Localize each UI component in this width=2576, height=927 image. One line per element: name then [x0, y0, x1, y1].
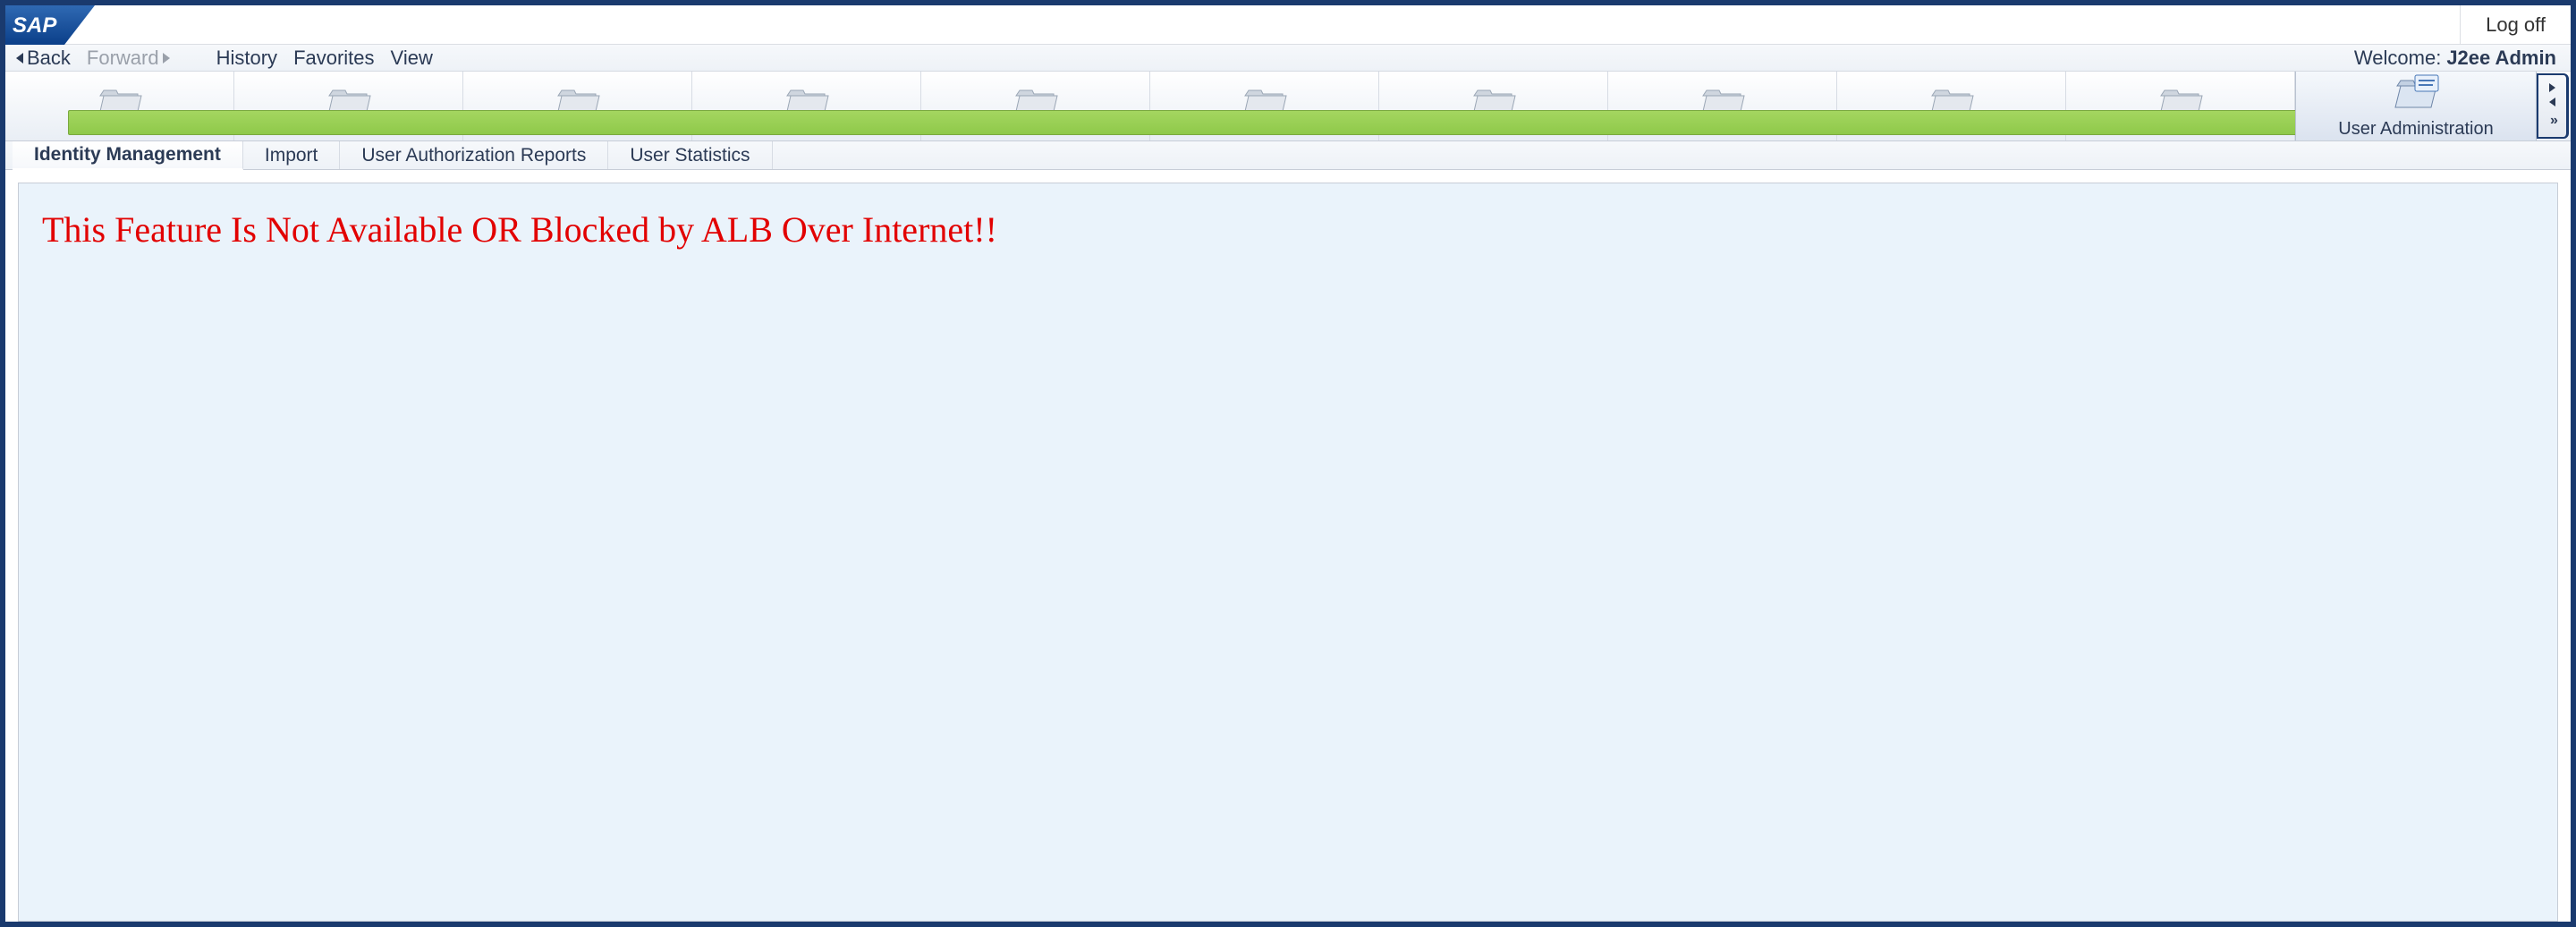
sap-logo-icon: SAP — [5, 5, 95, 45]
back-label: Back — [27, 47, 71, 70]
forward-button[interactable]: Forward — [87, 47, 174, 70]
workset-highlight-bar — [68, 110, 2537, 135]
sub-tab-user-statistics[interactable]: User Statistics — [608, 141, 772, 169]
logoff-button[interactable]: Log off — [2460, 5, 2571, 44]
error-message: This Feature Is Not Available OR Blocked… — [42, 208, 2534, 251]
back-button[interactable]: Back — [13, 47, 71, 70]
user-administration-icon — [2388, 73, 2444, 115]
content-panel: This Feature Is Not Available OR Blocked… — [18, 183, 2558, 922]
content-wrapper: This Feature Is Not Available OR Blocked… — [5, 170, 2571, 922]
expand-chevrons-icon: » — [2550, 113, 2555, 129]
scroll-left-icon — [2549, 98, 2555, 106]
scroll-right-icon — [2549, 83, 2555, 92]
app-frame: SAP Log off Back Forward History Favorit… — [4, 4, 2572, 923]
arrow-left-icon — [16, 53, 23, 64]
header-bar: SAP Log off — [5, 5, 2571, 45]
welcome-user: J2ee Admin — [2446, 47, 2556, 70]
welcome-label: Welcome: — [2354, 47, 2441, 70]
tab-scroll-handle[interactable]: » — [2537, 73, 2569, 139]
nav-left-group: Back Forward History Favorites View — [13, 47, 433, 70]
view-menu[interactable]: View — [391, 47, 433, 70]
top-level-tabs: User Administration » — [5, 72, 2571, 141]
workset-tab-label: User Administration — [2338, 119, 2493, 140]
sub-tab-identity-management[interactable]: Identity Management — [13, 141, 243, 170]
top-tabs-scroll: User Administration — [5, 72, 2537, 140]
sub-tab-import[interactable]: Import — [243, 141, 341, 169]
header-spacer — [113, 5, 2460, 44]
navigation-bar: Back Forward History Favorites View Welc… — [5, 45, 2571, 72]
svg-text:SAP: SAP — [13, 13, 57, 38]
forward-label: Forward — [87, 47, 159, 70]
nav-right-group: Welcome: J2ee Admin — [2354, 47, 2563, 70]
sub-tab-user-authorization-reports[interactable]: User Authorization Reports — [340, 141, 608, 169]
workset-tab-user-administration[interactable]: User Administration — [2295, 72, 2537, 140]
sap-logo-cell: SAP — [5, 5, 113, 44]
history-menu[interactable]: History — [216, 47, 277, 70]
arrow-right-icon — [163, 53, 170, 64]
sub-tabs: Identity Management Import User Authoriz… — [5, 141, 2571, 170]
favorites-menu[interactable]: Favorites — [293, 47, 374, 70]
